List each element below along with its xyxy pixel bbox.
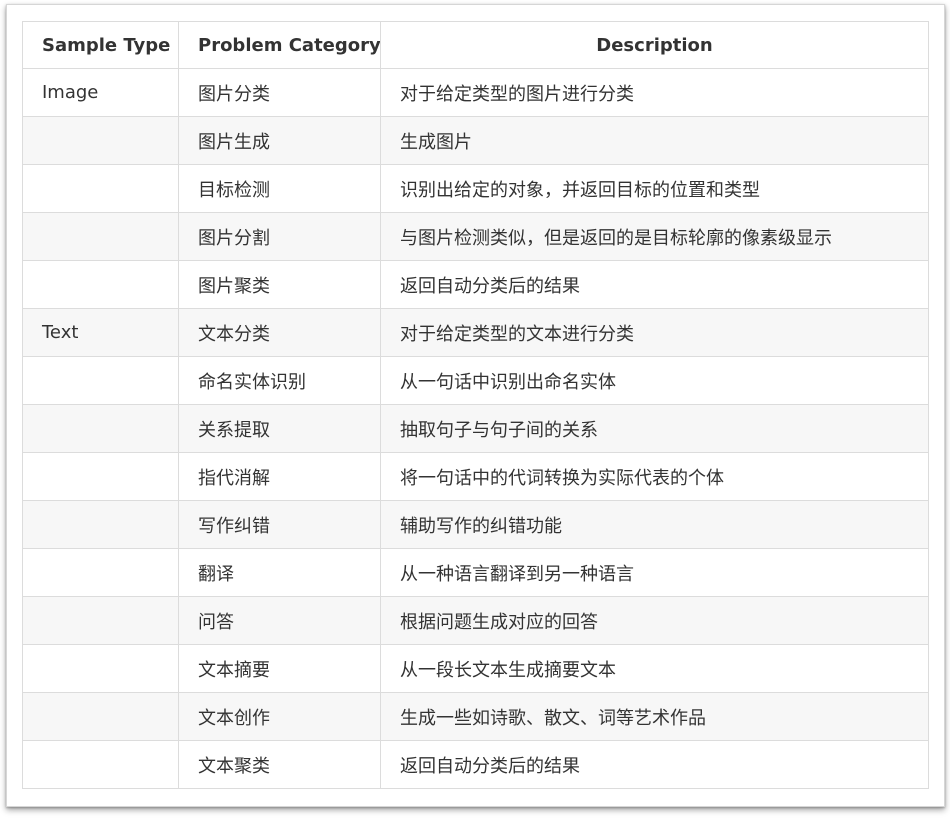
cell-sample-type <box>22 356 179 405</box>
cell-sample-type <box>22 164 179 213</box>
cell-sample-type <box>22 452 179 501</box>
cell-sample-type <box>22 644 179 693</box>
table-row: 写作纠错 辅助写作的纠错功能 <box>22 500 929 549</box>
table-row: 指代消解 将一句话中的代词转换为实际代表的个体 <box>22 452 929 501</box>
table-row: Image 图片分类 对于给定类型的图片进行分类 <box>22 68 929 117</box>
table-row: 图片聚类 返回自动分类后的结果 <box>22 260 929 309</box>
cell-problem-category: 目标检测 <box>178 164 381 213</box>
cell-problem-category: 关系提取 <box>178 404 381 453</box>
table-row: 命名实体识别 从一句话中识别出命名实体 <box>22 356 929 405</box>
table-row: 关系提取 抽取句子与句子间的关系 <box>22 404 929 453</box>
cell-problem-category: 文本摘要 <box>178 644 381 693</box>
cell-description: 对于给定类型的图片进行分类 <box>380 68 929 117</box>
cell-problem-category: 文本创作 <box>178 692 381 741</box>
table-row: 图片分割 与图片检测类似，但是返回的是目标轮廓的像素级显示 <box>22 212 929 261</box>
cell-problem-category: 图片分类 <box>178 68 381 117</box>
cell-problem-category: 命名实体识别 <box>178 356 381 405</box>
cell-description: 从一段长文本生成摘要文本 <box>380 644 929 693</box>
cell-description: 与图片检测类似，但是返回的是目标轮廓的像素级显示 <box>380 212 929 261</box>
cell-problem-category: 翻译 <box>178 548 381 597</box>
cell-sample-type <box>22 740 179 789</box>
cell-description: 从一句话中识别出命名实体 <box>380 356 929 405</box>
cell-description: 从一种语言翻译到另一种语言 <box>380 548 929 597</box>
table-row: Text 文本分类 对于给定类型的文本进行分类 <box>22 308 929 357</box>
cell-problem-category: 图片聚类 <box>178 260 381 309</box>
cell-sample-type <box>22 404 179 453</box>
table-row: 翻译 从一种语言翻译到另一种语言 <box>22 548 929 597</box>
cell-description: 返回自动分类后的结果 <box>380 740 929 789</box>
cell-problem-category: 图片分割 <box>178 212 381 261</box>
table-card: Sample Type Problem Category Description… <box>6 4 945 807</box>
table-row: 文本创作 生成一些如诗歌、散文、词等艺术作品 <box>22 692 929 741</box>
cell-description: 返回自动分类后的结果 <box>380 260 929 309</box>
cell-sample-type: Image <box>22 68 179 117</box>
table-row: 目标检测 识别出给定的对象，并返回目标的位置和类型 <box>22 164 929 213</box>
cell-description: 生成一些如诗歌、散文、词等艺术作品 <box>380 692 929 741</box>
header-row: Sample Type Problem Category Description <box>22 21 929 69</box>
table-row: 文本聚类 返回自动分类后的结果 <box>22 740 929 789</box>
cell-problem-category: 问答 <box>178 596 381 645</box>
cell-description: 辅助写作的纠错功能 <box>380 500 929 549</box>
cell-problem-category: 文本分类 <box>178 308 381 357</box>
table-row: 文本摘要 从一段长文本生成摘要文本 <box>22 644 929 693</box>
cell-description: 抽取句子与句子间的关系 <box>380 404 929 453</box>
table-row: 图片生成 生成图片 <box>22 116 929 165</box>
cell-sample-type <box>22 596 179 645</box>
cell-problem-category: 写作纠错 <box>178 500 381 549</box>
cell-sample-type <box>22 212 179 261</box>
problem-category-table: Sample Type Problem Category Description… <box>22 21 929 789</box>
cell-problem-category: 文本聚类 <box>178 740 381 789</box>
cell-description: 生成图片 <box>380 116 929 165</box>
cell-sample-type <box>22 692 179 741</box>
cell-sample-type <box>22 116 179 165</box>
table-row: 问答 根据问题生成对应的回答 <box>22 596 929 645</box>
header-description: Description <box>380 21 929 69</box>
cell-description: 根据问题生成对应的回答 <box>380 596 929 645</box>
cell-sample-type <box>22 260 179 309</box>
header-problem-category: Problem Category <box>178 21 381 69</box>
cell-description: 识别出给定的对象，并返回目标的位置和类型 <box>380 164 929 213</box>
cell-problem-category: 图片生成 <box>178 116 381 165</box>
cell-sample-type: Text <box>22 308 179 357</box>
table-body: Image 图片分类 对于给定类型的图片进行分类 图片生成 生成图片 目标检测 识别出给定的… <box>22 68 929 789</box>
cell-problem-category: 指代消解 <box>178 452 381 501</box>
header-sample-type: Sample Type <box>22 21 179 69</box>
cell-description: 对于给定类型的文本进行分类 <box>380 308 929 357</box>
table-header: Sample Type Problem Category Description <box>22 21 929 69</box>
cell-sample-type <box>22 548 179 597</box>
cell-description: 将一句话中的代词转换为实际代表的个体 <box>380 452 929 501</box>
cell-sample-type <box>22 500 179 549</box>
